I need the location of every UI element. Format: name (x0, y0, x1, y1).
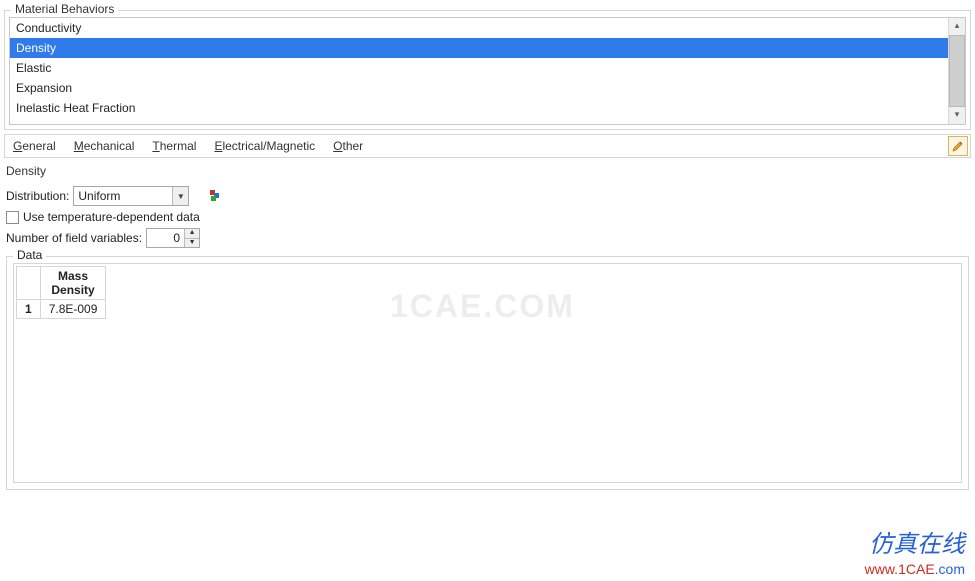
behavior-item-inelastic-heat-fraction[interactable]: Inelastic Heat Fraction (10, 98, 948, 118)
table-corner (17, 267, 41, 300)
behaviors-listbox[interactable]: Conductivity Density Elastic Expansion I… (9, 17, 966, 125)
section-title: Density (6, 164, 969, 178)
temp-dependent-label: Use temperature-dependent data (23, 210, 200, 224)
field-vars-spinner[interactable]: 0 ▲ ▼ (146, 228, 200, 248)
scroll-up-icon[interactable]: ▴ (949, 18, 965, 35)
spinner-up-icon[interactable]: ▲ (185, 229, 199, 239)
behavior-item-expansion[interactable]: Expansion (10, 78, 948, 98)
temp-dependent-row: Use temperature-dependent data (6, 210, 969, 224)
behaviors-scrollbar[interactable]: ▴ ▾ (948, 18, 965, 124)
menu-general-rest: eneral (22, 139, 55, 153)
behavior-item-density[interactable]: Density (10, 38, 948, 58)
distribution-row: Distribution: Uniform ▼ (6, 186, 969, 206)
edit-button[interactable] (948, 136, 968, 156)
distribution-value: Uniform (78, 189, 120, 203)
menu-general[interactable]: General (13, 139, 56, 153)
color-cubes-icon (207, 188, 223, 204)
data-table[interactable]: MassDensity 1 7.8E-009 (16, 266, 106, 319)
watermark-cn: 仿真在线 (869, 524, 965, 559)
data-panel: MassDensity 1 7.8E-009 (13, 263, 962, 483)
watermark-url: www.1CAE.com (865, 561, 965, 577)
field-vars-row: Number of field variables: 0 ▲ ▼ (6, 228, 969, 248)
field-vars-value: 0 (147, 229, 184, 247)
spinner-down-icon[interactable]: ▼ (185, 239, 199, 248)
field-vars-label: Number of field variables: (6, 231, 142, 245)
temp-dependent-checkbox[interactable] (6, 211, 19, 224)
distribution-label: Distribution: (6, 189, 69, 203)
data-group: Data MassDensity 1 7.8E-009 (6, 256, 969, 490)
menu-other[interactable]: Other (333, 139, 363, 153)
menu-electrical-rest: lectrical/Magnetic (222, 139, 315, 153)
table-cell-mass-density[interactable]: 7.8E-009 (40, 300, 106, 319)
chevron-down-icon: ▼ (172, 187, 188, 205)
material-behaviors-legend: Material Behaviors (11, 2, 118, 16)
menu-mechanical[interactable]: Mechanical (74, 139, 135, 153)
menu-thermal[interactable]: Thermal (152, 139, 196, 153)
distribution-combo[interactable]: Uniform ▼ (73, 186, 189, 206)
table-row[interactable]: 1 7.8E-009 (17, 300, 106, 319)
menu-other-rest: ther (343, 139, 364, 153)
behavior-item-elastic[interactable]: Elastic (10, 58, 948, 78)
material-behaviors-group: Material Behaviors Conductivity Density … (4, 10, 971, 130)
menu-electrical[interactable]: Electrical/Magnetic (214, 139, 315, 153)
scroll-down-icon[interactable]: ▾ (949, 107, 965, 124)
scroll-thumb[interactable] (949, 35, 965, 107)
behavior-item-conductivity[interactable]: Conductivity (10, 18, 948, 38)
field-output-icon[interactable] (207, 188, 223, 204)
pencil-icon (952, 140, 964, 152)
table-header-mass-density: MassDensity (40, 267, 106, 300)
data-legend: Data (13, 248, 46, 262)
category-menubar: General Mechanical Thermal Electrical/Ma… (4, 134, 971, 158)
menu-thermal-rest: hermal (160, 139, 197, 153)
table-row-number: 1 (17, 300, 41, 319)
menu-mechanical-rest: echanical (84, 139, 135, 153)
